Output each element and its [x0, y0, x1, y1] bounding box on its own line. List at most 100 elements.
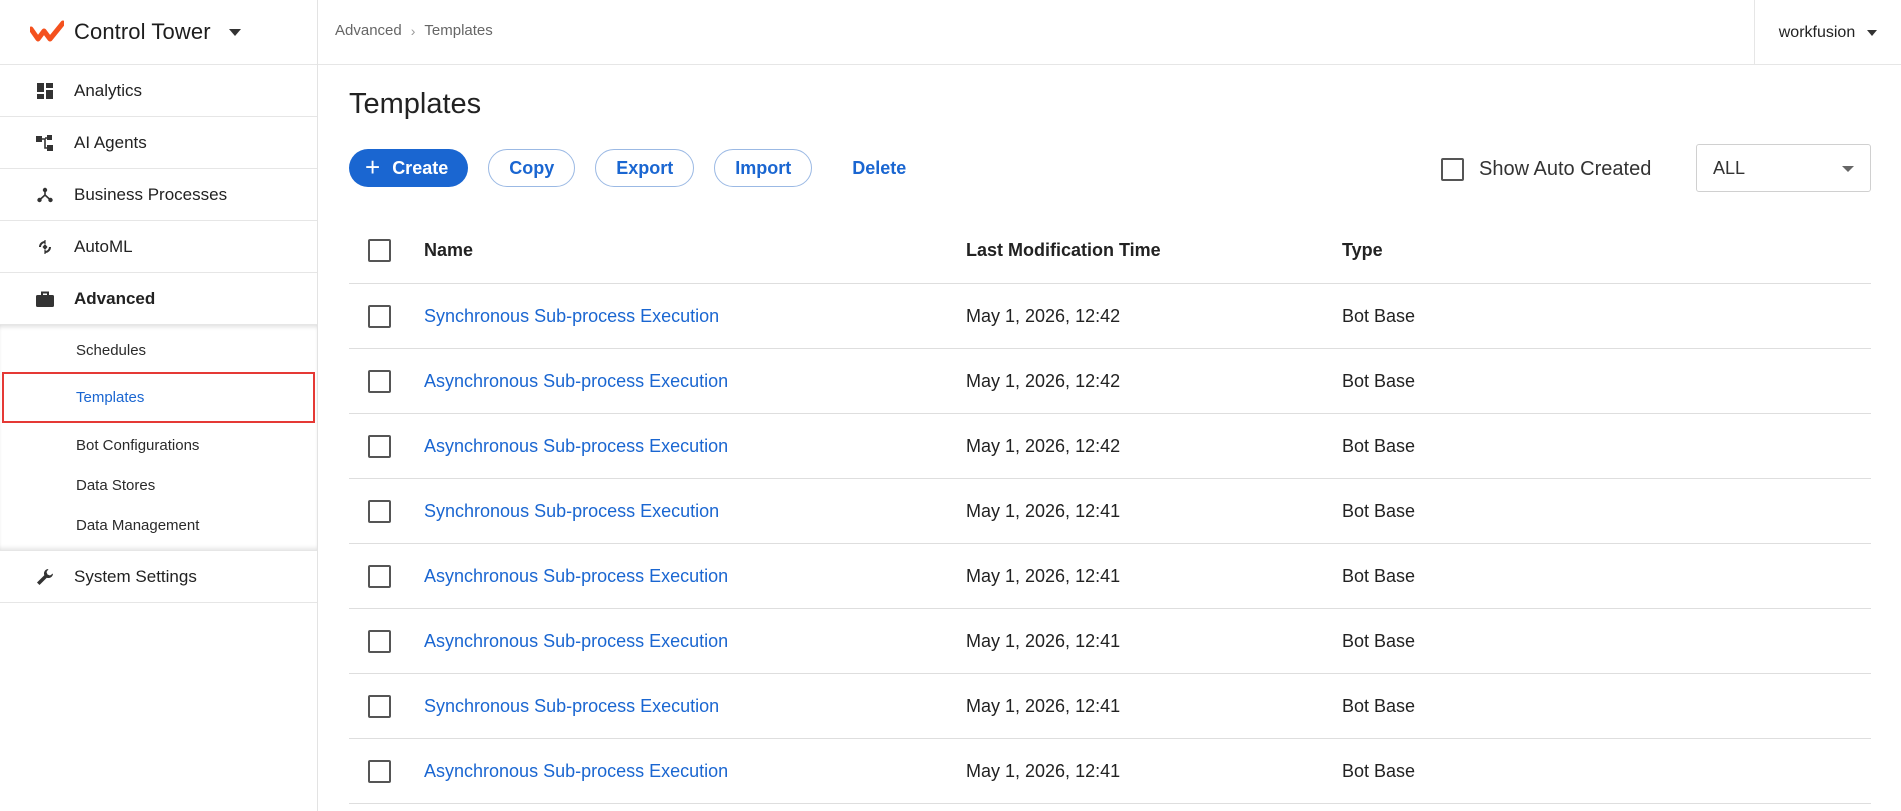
submenu-item-templates[interactable]: Templates [2, 372, 315, 423]
row-type: Bot Base [1342, 370, 1416, 391]
template-name-link[interactable]: Asynchronous Sub-process Execution [424, 566, 728, 587]
row-check-cell [368, 544, 391, 608]
copy-button[interactable]: Copy [488, 149, 576, 187]
chevron-down-icon [1867, 29, 1878, 36]
breadcrumb: Advanced › Templates [335, 22, 493, 39]
column-header-last-modification-time[interactable]: Last Modification Time [966, 218, 1161, 283]
row-checkbox[interactable] [368, 694, 391, 718]
row-checkbox[interactable] [368, 564, 391, 588]
show-auto-created-label: Show Auto Created [1479, 158, 1652, 180]
sidebar-item-business-processes[interactable]: Business Processes [0, 169, 317, 221]
table-row: Synchronous Sub-process Execution May 1,… [349, 674, 1871, 739]
select-all-cell [368, 218, 391, 283]
sidebar-item-system-settings[interactable]: System Settings [0, 551, 317, 603]
user-name: workfusion [1778, 23, 1856, 41]
template-name-link[interactable]: Asynchronous Sub-process Execution [424, 436, 728, 457]
sidebar-item-automl[interactable]: AutoML [0, 221, 317, 273]
delete-button[interactable]: Delete [832, 149, 927, 187]
row-check-cell [368, 739, 391, 803]
row-checkbox[interactable] [368, 499, 391, 523]
chevron-right-icon: › [410, 22, 416, 39]
row-checkbox[interactable] [368, 369, 391, 393]
row-checkbox[interactable] [368, 434, 391, 458]
table-row: Asynchronous Sub-process Execution May 1… [349, 349, 1871, 414]
process-icon [36, 186, 54, 204]
toolbar: + Create Copy Export Import Delete [349, 149, 946, 187]
app-title: Control Tower [74, 19, 211, 44]
table-row: Asynchronous Sub-process Execution May 1… [349, 414, 1871, 479]
sidebar-item-label: AutoML [74, 236, 133, 256]
sidebar: Control Tower Analytics AI Agents Busine… [0, 0, 318, 811]
row-type: Bot Base [1342, 305, 1416, 326]
template-name-link[interactable]: Synchronous Sub-process Execution [424, 696, 719, 717]
chevron-down-icon [1842, 166, 1854, 172]
page-title: Templates [349, 88, 482, 120]
table-row: Asynchronous Sub-process Execution May 1… [349, 544, 1871, 609]
table-row: Asynchronous Sub-process Execution May 1… [349, 739, 1871, 804]
workfusion-logo-icon [30, 20, 64, 42]
row-modification-time: May 1, 2026, 12:41 [966, 630, 1121, 651]
sidebar-item-label: Analytics [74, 80, 143, 100]
import-button[interactable]: Import [714, 149, 813, 187]
sidebar-item-label: Advanced [74, 288, 156, 308]
row-checkbox[interactable] [368, 759, 391, 783]
table-row: Asynchronous Sub-process Execution May 1… [349, 609, 1871, 674]
row-type: Bot Base [1342, 435, 1416, 456]
table-row: Synchronous Sub-process Execution May 1,… [349, 479, 1871, 544]
column-header-name[interactable]: Name [424, 218, 473, 283]
row-type: Bot Base [1342, 565, 1416, 586]
submenu-item-data-stores[interactable]: Data Stores [2, 465, 315, 505]
template-name-link[interactable]: Asynchronous Sub-process Execution [424, 631, 728, 652]
row-type: Bot Base [1342, 760, 1416, 781]
sidebar-item-ai-agents[interactable]: AI Agents [0, 117, 317, 169]
template-name-link[interactable]: Synchronous Sub-process Execution [424, 501, 719, 522]
breadcrumb-item-advanced[interactable]: Advanced [335, 22, 402, 39]
select-all-checkbox[interactable] [368, 239, 391, 262]
row-modification-time: May 1, 2026, 12:41 [966, 565, 1121, 586]
create-button-label: Create [392, 157, 449, 178]
template-name-link[interactable]: Asynchronous Sub-process Execution [424, 761, 728, 782]
row-checkbox[interactable] [368, 629, 391, 653]
row-check-cell [368, 349, 391, 413]
template-name-link[interactable]: Asynchronous Sub-process Execution [424, 371, 728, 392]
sidebar-item-label: Business Processes [74, 184, 228, 204]
create-button[interactable]: + Create [349, 149, 469, 187]
row-modification-time: May 1, 2026, 12:42 [966, 370, 1121, 391]
sidebar-item-label: AI Agents [74, 132, 147, 152]
chevron-down-icon [228, 28, 241, 36]
row-check-cell [368, 479, 391, 543]
template-name-link[interactable]: Synchronous Sub-process Execution [424, 306, 719, 327]
plus-icon: + [365, 151, 381, 182]
wrench-icon [36, 568, 54, 586]
row-check-cell [368, 609, 391, 673]
templates-table: Name Last Modification Time Type Synchro… [349, 218, 1871, 804]
row-type: Bot Base [1342, 630, 1416, 651]
export-button[interactable]: Export [595, 149, 695, 187]
show-auto-created-toggle[interactable]: Show Auto Created [1441, 158, 1651, 181]
row-check-cell [368, 674, 391, 738]
row-modification-time: May 1, 2026, 12:42 [966, 305, 1121, 326]
user-menu[interactable]: workfusion [1754, 0, 1901, 65]
show-auto-created-checkbox[interactable] [1441, 158, 1464, 181]
hierarchy-icon [36, 134, 54, 152]
column-header-type[interactable]: Type [1342, 218, 1383, 283]
dashboard-icon [36, 82, 54, 100]
row-modification-time: May 1, 2026, 12:42 [966, 435, 1121, 456]
row-check-cell [368, 414, 391, 478]
type-filter-select[interactable]: ALL [1696, 144, 1871, 192]
briefcase-icon [36, 290, 54, 308]
row-type: Bot Base [1342, 695, 1416, 716]
row-modification-time: May 1, 2026, 12:41 [966, 760, 1121, 781]
automl-icon [36, 238, 54, 256]
submenu-item-data-management[interactable]: Data Management [2, 505, 315, 545]
row-type: Bot Base [1342, 500, 1416, 521]
type-filter-value: ALL [1713, 157, 1746, 178]
submenu-item-bot-configurations[interactable]: Bot Configurations [2, 425, 315, 465]
submenu-item-schedules[interactable]: Schedules [2, 330, 315, 370]
sidebar-item-advanced[interactable]: Advanced [0, 273, 317, 325]
table-row: Synchronous Sub-process Execution May 1,… [349, 284, 1871, 349]
sidebar-item-analytics[interactable]: Analytics [0, 65, 317, 117]
breadcrumb-item-templates: Templates [424, 22, 493, 39]
row-checkbox[interactable] [368, 304, 391, 328]
app-switcher[interactable]: Control Tower [0, 0, 317, 65]
